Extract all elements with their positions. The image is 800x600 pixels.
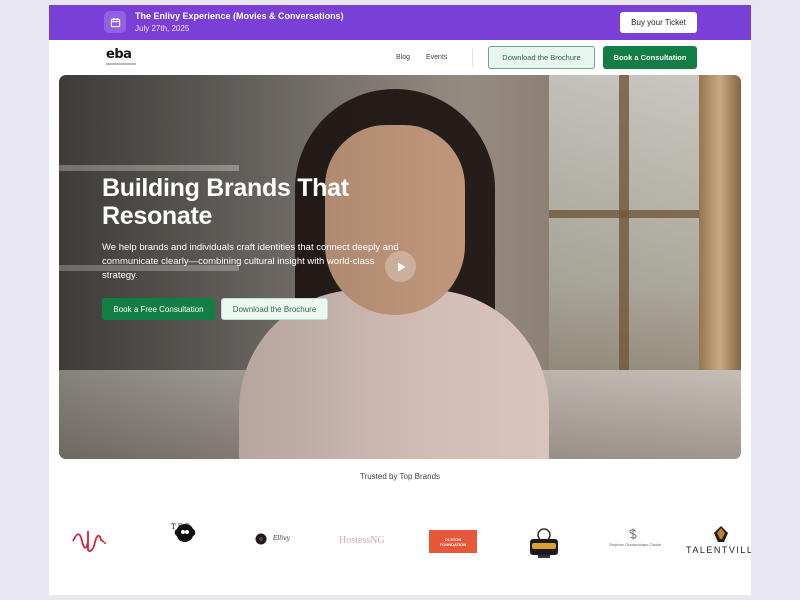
nav-link-blog[interactable]: Blog	[396, 54, 410, 61]
download-brochure-button[interactable]: Download the Brochure	[488, 46, 595, 69]
nav-divider	[472, 49, 473, 67]
buy-ticket-button[interactable]: Buy your Ticket	[620, 12, 697, 33]
logo-tagline-bar	[106, 63, 136, 65]
hero-download-brochure-button[interactable]: Download the Brochure	[221, 298, 328, 320]
event-title: The Enlivy Experience (Movies & Conversa…	[135, 11, 344, 21]
hostess-logo: HostessNG	[339, 535, 385, 546]
ellivy-logo-mark	[254, 533, 268, 545]
trusted-heading: Trusted by Top Brands	[359, 472, 441, 481]
hero-section: Building Brands That Resonate We help br…	[59, 75, 741, 459]
hero-heading: Building Brands That Resonate	[102, 174, 349, 230]
ellivy-logo: Ellivy	[273, 535, 290, 542]
nav-link-events[interactable]: Events	[426, 54, 447, 61]
tee-logo-text: TEE	[171, 523, 192, 531]
stephen-badge-logo	[526, 525, 562, 561]
landing-page: The Enlivy Experience (Movies & Conversa…	[49, 5, 751, 595]
play-video-button[interactable]	[385, 251, 416, 282]
book-free-consultation-button[interactable]: Book a Free Consultation	[102, 298, 215, 320]
olston-foundation-logo: OLSTON FOUNDATION	[429, 530, 477, 553]
announcement-bar: The Enlivy Experience (Movies & Conversa…	[49, 5, 751, 40]
brand-logo[interactable]: eba	[106, 47, 132, 62]
dollar-mark-logo	[628, 528, 638, 540]
play-icon	[397, 262, 405, 271]
book-consultation-button[interactable]: Book a Consultation	[603, 46, 697, 69]
talentville-logo: TALENTVILLE	[686, 545, 751, 555]
talentville-mark	[712, 525, 730, 543]
stephen-logo-text: Stephen Oluwadolapo Olaide	[609, 542, 662, 547]
calendar-icon	[104, 11, 126, 33]
red-wave-logo	[72, 531, 106, 552]
event-date: July 27th, 2025	[135, 24, 190, 33]
top-navigation: eba Blog Events Download the Brochure Bo…	[49, 40, 751, 76]
hero-description: We help brands and individuals craft ide…	[102, 242, 399, 281]
